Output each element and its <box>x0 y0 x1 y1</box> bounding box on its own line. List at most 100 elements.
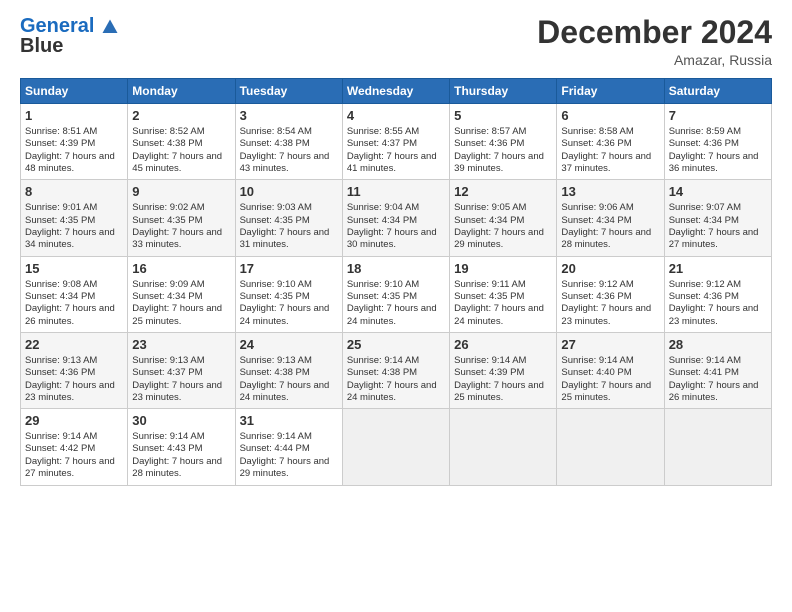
sunrise-text: Sunrise: 9:01 AM <box>25 202 123 214</box>
day-number: 10 <box>240 184 338 201</box>
sunrise-text: Sunrise: 8:58 AM <box>561 126 659 138</box>
daylight-text: Daylight: 7 hours and 27 minutes. <box>25 456 123 481</box>
sunset-text: Sunset: 4:42 PM <box>25 443 123 455</box>
daylight-text: Daylight: 7 hours and 23 minutes. <box>561 303 659 328</box>
daylight-text: Daylight: 7 hours and 39 minutes. <box>454 151 552 176</box>
sunset-text: Sunset: 4:35 PM <box>132 215 230 227</box>
day-number: 3 <box>240 108 338 125</box>
calendar-cell: 17Sunrise: 9:10 AMSunset: 4:35 PMDayligh… <box>235 256 342 332</box>
logo-general: General <box>20 15 94 37</box>
daylight-text: Daylight: 7 hours and 24 minutes. <box>240 380 338 405</box>
sunrise-text: Sunrise: 8:59 AM <box>669 126 767 138</box>
sunrise-text: Sunrise: 9:14 AM <box>240 431 338 443</box>
day-number: 15 <box>25 261 123 278</box>
day-number: 7 <box>669 108 767 125</box>
sunrise-text: Sunrise: 9:05 AM <box>454 202 552 214</box>
daylight-text: Daylight: 7 hours and 37 minutes. <box>561 151 659 176</box>
daylight-text: Daylight: 7 hours and 24 minutes. <box>347 303 445 328</box>
sunrise-text: Sunrise: 8:54 AM <box>240 126 338 138</box>
sunset-text: Sunset: 4:34 PM <box>347 215 445 227</box>
week-row-5: 29Sunrise: 9:14 AMSunset: 4:42 PMDayligh… <box>21 409 772 485</box>
calendar-cell <box>664 409 771 485</box>
daylight-text: Daylight: 7 hours and 41 minutes. <box>347 151 445 176</box>
day-number: 18 <box>347 261 445 278</box>
calendar-table: SundayMondayTuesdayWednesdayThursdayFrid… <box>20 78 772 485</box>
calendar-cell: 8Sunrise: 9:01 AMSunset: 4:35 PMDaylight… <box>21 180 128 256</box>
sunset-text: Sunset: 4:34 PM <box>561 215 659 227</box>
sunrise-text: Sunrise: 9:03 AM <box>240 202 338 214</box>
day-number: 9 <box>132 184 230 201</box>
sunrise-text: Sunrise: 9:10 AM <box>347 279 445 291</box>
logo-icon <box>101 18 119 36</box>
calendar-cell: 16Sunrise: 9:09 AMSunset: 4:34 PMDayligh… <box>128 256 235 332</box>
sunrise-text: Sunrise: 9:13 AM <box>25 355 123 367</box>
sunrise-text: Sunrise: 9:14 AM <box>132 431 230 443</box>
daylight-text: Daylight: 7 hours and 29 minutes. <box>454 227 552 252</box>
daylight-text: Daylight: 7 hours and 45 minutes. <box>132 151 230 176</box>
sunset-text: Sunset: 4:37 PM <box>132 367 230 379</box>
calendar-cell <box>557 409 664 485</box>
daylight-text: Daylight: 7 hours and 24 minutes. <box>454 303 552 328</box>
day-number: 30 <box>132 413 230 430</box>
daylight-text: Daylight: 7 hours and 27 minutes. <box>669 227 767 252</box>
calendar-cell: 26Sunrise: 9:14 AMSunset: 4:39 PMDayligh… <box>450 332 557 408</box>
calendar-cell: 3Sunrise: 8:54 AMSunset: 4:38 PMDaylight… <box>235 104 342 180</box>
day-number: 14 <box>669 184 767 201</box>
daylight-text: Daylight: 7 hours and 25 minutes. <box>454 380 552 405</box>
sunrise-text: Sunrise: 9:14 AM <box>25 431 123 443</box>
sunset-text: Sunset: 4:36 PM <box>669 291 767 303</box>
sunset-text: Sunset: 4:40 PM <box>561 367 659 379</box>
day-number: 31 <box>240 413 338 430</box>
daylight-text: Daylight: 7 hours and 28 minutes. <box>561 227 659 252</box>
logo: General Blue <box>20 15 119 58</box>
calendar-cell: 22Sunrise: 9:13 AMSunset: 4:36 PMDayligh… <box>21 332 128 408</box>
week-row-1: 1Sunrise: 8:51 AMSunset: 4:39 PMDaylight… <box>21 104 772 180</box>
sunset-text: Sunset: 4:38 PM <box>240 367 338 379</box>
sunset-text: Sunset: 4:35 PM <box>347 291 445 303</box>
sunrise-text: Sunrise: 9:14 AM <box>454 355 552 367</box>
sunset-text: Sunset: 4:39 PM <box>454 367 552 379</box>
day-number: 1 <box>25 108 123 125</box>
sunset-text: Sunset: 4:38 PM <box>240 138 338 150</box>
daylight-text: Daylight: 7 hours and 31 minutes. <box>240 227 338 252</box>
daylight-text: Daylight: 7 hours and 23 minutes. <box>669 303 767 328</box>
sunrise-text: Sunrise: 9:14 AM <box>669 355 767 367</box>
sunset-text: Sunset: 4:36 PM <box>561 138 659 150</box>
day-number: 16 <box>132 261 230 278</box>
sunrise-text: Sunrise: 8:55 AM <box>347 126 445 138</box>
daylight-text: Daylight: 7 hours and 23 minutes. <box>132 380 230 405</box>
daylight-text: Daylight: 7 hours and 33 minutes. <box>132 227 230 252</box>
sunrise-text: Sunrise: 9:09 AM <box>132 279 230 291</box>
calendar-cell: 7Sunrise: 8:59 AMSunset: 4:36 PMDaylight… <box>664 104 771 180</box>
calendar-cell: 12Sunrise: 9:05 AMSunset: 4:34 PMDayligh… <box>450 180 557 256</box>
daylight-text: Daylight: 7 hours and 34 minutes. <box>25 227 123 252</box>
week-row-3: 15Sunrise: 9:08 AMSunset: 4:34 PMDayligh… <box>21 256 772 332</box>
calendar-cell <box>450 409 557 485</box>
sunset-text: Sunset: 4:36 PM <box>454 138 552 150</box>
calendar-cell: 24Sunrise: 9:13 AMSunset: 4:38 PMDayligh… <box>235 332 342 408</box>
calendar-cell: 29Sunrise: 9:14 AMSunset: 4:42 PMDayligh… <box>21 409 128 485</box>
calendar-cell: 4Sunrise: 8:55 AMSunset: 4:37 PMDaylight… <box>342 104 449 180</box>
day-number: 12 <box>454 184 552 201</box>
calendar-cell: 19Sunrise: 9:11 AMSunset: 4:35 PMDayligh… <box>450 256 557 332</box>
sunrise-text: Sunrise: 9:12 AM <box>561 279 659 291</box>
header-wednesday: Wednesday <box>342 79 449 104</box>
sunset-text: Sunset: 4:38 PM <box>347 367 445 379</box>
sunrise-text: Sunrise: 8:51 AM <box>25 126 123 138</box>
week-row-4: 22Sunrise: 9:13 AMSunset: 4:36 PMDayligh… <box>21 332 772 408</box>
sunrise-text: Sunrise: 9:04 AM <box>347 202 445 214</box>
sunrise-text: Sunrise: 9:02 AM <box>132 202 230 214</box>
sunset-text: Sunset: 4:34 PM <box>132 291 230 303</box>
daylight-text: Daylight: 7 hours and 23 minutes. <box>25 380 123 405</box>
sunset-text: Sunset: 4:34 PM <box>25 291 123 303</box>
day-number: 27 <box>561 337 659 354</box>
title-block: December 2024 Amazar, Russia <box>537 15 772 68</box>
calendar-cell: 30Sunrise: 9:14 AMSunset: 4:43 PMDayligh… <box>128 409 235 485</box>
calendar-cell: 28Sunrise: 9:14 AMSunset: 4:41 PMDayligh… <box>664 332 771 408</box>
daylight-text: Daylight: 7 hours and 48 minutes. <box>25 151 123 176</box>
sunrise-text: Sunrise: 9:14 AM <box>561 355 659 367</box>
calendar-cell: 10Sunrise: 9:03 AMSunset: 4:35 PMDayligh… <box>235 180 342 256</box>
header-friday: Friday <box>557 79 664 104</box>
header-tuesday: Tuesday <box>235 79 342 104</box>
calendar-cell: 1Sunrise: 8:51 AMSunset: 4:39 PMDaylight… <box>21 104 128 180</box>
